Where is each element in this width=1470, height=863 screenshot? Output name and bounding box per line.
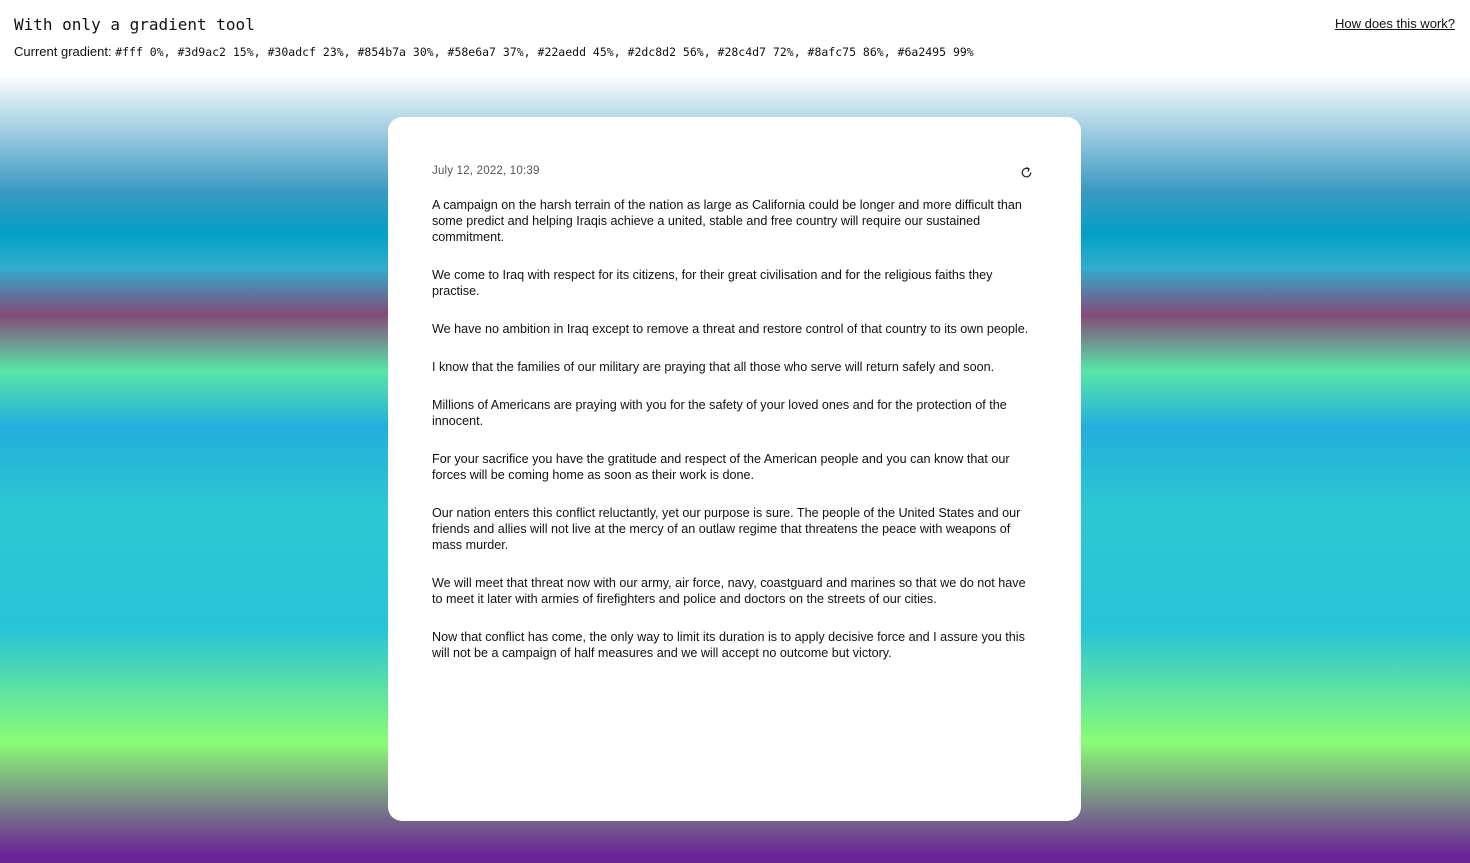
quote-body: A campaign on the harsh terrain of the n… [432, 197, 1037, 661]
quote-paragraph: We have no ambition in Iraq except to re… [432, 322, 1029, 336]
app-title: With only a gradient tool [14, 15, 255, 34]
gradient-label: Current gradient: [14, 44, 112, 59]
quote-paragraph: We will meet that threat now with our ar… [432, 576, 1026, 606]
quote-paragraph: I know that the families of our military… [432, 360, 995, 374]
gradient-value: #fff 0%, #3d9ac2 15%, #30adcf 23%, #854b… [115, 45, 974, 59]
quote-paragraph: We come to Iraq with respect for its cit… [432, 268, 993, 298]
quote-paragraph: For your sacrifice you have the gratitud… [432, 452, 1010, 482]
timestamp: July 12, 2022, 10:39 [432, 165, 540, 177]
refresh-button[interactable] [1015, 161, 1037, 183]
top-bar: With only a gradient tool Current gradie… [0, 0, 1470, 70]
quote-paragraph: Now that conflict has come, the only way… [432, 630, 1025, 660]
refresh-icon [1020, 166, 1033, 179]
card-header: July 12, 2022, 10:39 [432, 161, 1037, 185]
how-does-this-work-link[interactable]: How does this work? [1335, 16, 1455, 31]
quote-paragraph: Our nation enters this conflict reluctan… [432, 506, 1021, 552]
quote-card: July 12, 2022, 10:39 A campaign on the h… [388, 117, 1081, 821]
current-gradient: Current gradient: #fff 0%, #3d9ac2 15%, … [14, 44, 974, 59]
quote-paragraph: Millions of Americans are praying with y… [432, 398, 1007, 428]
quote-paragraph: A campaign on the harsh terrain of the n… [432, 198, 1022, 244]
